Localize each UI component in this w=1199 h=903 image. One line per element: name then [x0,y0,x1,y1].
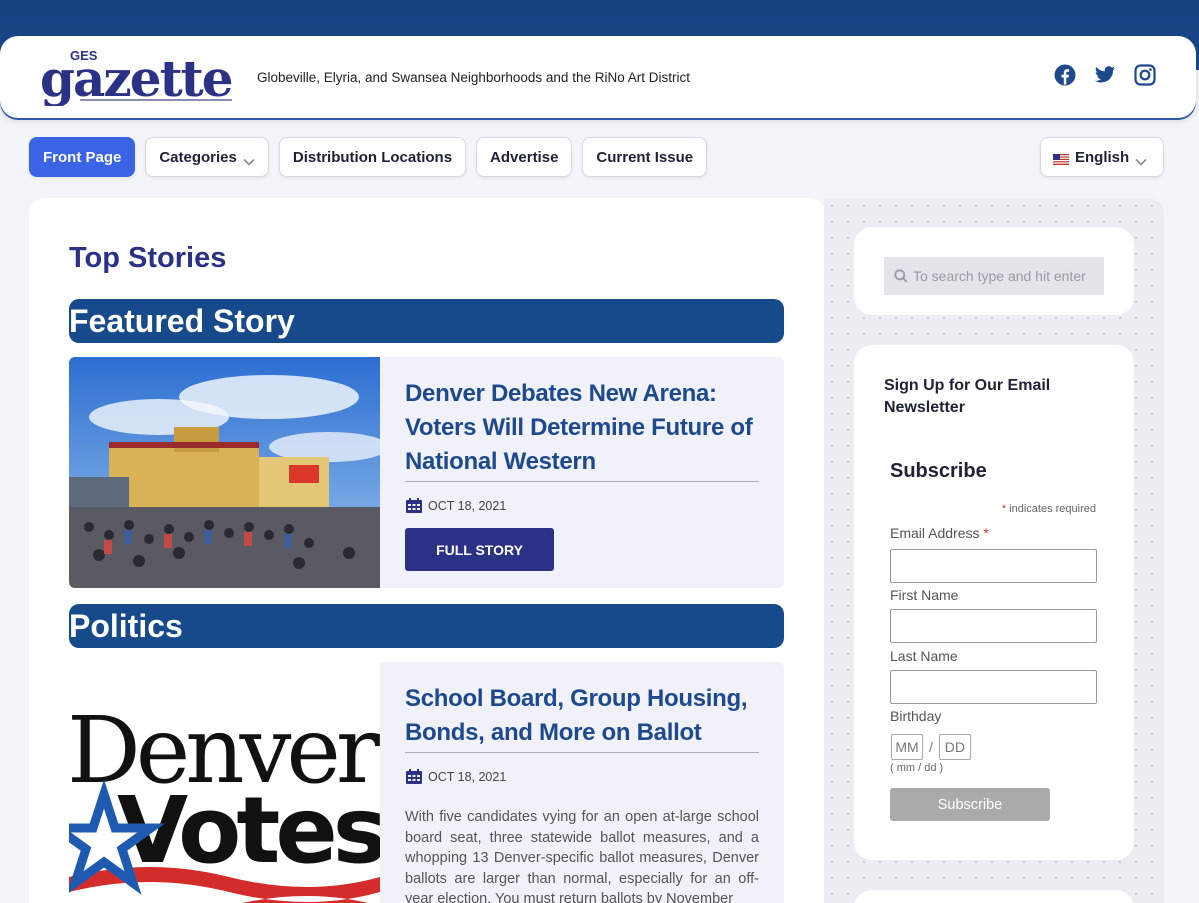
birthday-inputs: MM / DD [891,734,971,760]
featured-story-headline[interactable]: Denver Debates New Arena: Voters Will De… [405,377,759,482]
politics-story-date-text: OCT 18, 2021 [428,770,507,784]
main-nav: Front Page Categories Distribution Locat… [29,137,708,177]
birthday-month-field[interactable]: MM [891,734,923,760]
calendar-icon [406,769,422,784]
language-label: English [1075,148,1130,166]
politics-story-headline[interactable]: School Board, Group Housing, Bonds, and … [405,682,759,753]
featured-story-card: Denver Debates New Arena: Voters Will De… [69,357,784,588]
language-selector[interactable]: English [1040,137,1164,177]
email-label: Email Address * [890,525,989,541]
subscribe-heading: Subscribe [890,460,987,482]
section-header-featured: Featured Story [69,299,784,343]
birthday-label: Birthday [890,708,942,724]
birthday-hint: ( mm / dd ) [890,762,944,774]
newsletter-widget: Sign Up for Our Email Newsletter Subscri… [854,345,1134,860]
twitter-icon[interactable] [1094,64,1116,86]
nav-advertise-label: Advertise [490,148,559,166]
image-text-votes: Votes [117,777,380,884]
main-content: Top Stories Featured Story Denver Debate… [29,198,825,903]
last-name-label: Last Name [890,648,958,664]
site-logo[interactable]: GES gazette [40,46,236,108]
site-tagline: Globeville, Elyria, and Swansea Neighbor… [257,70,690,85]
page-title: Top Stories [69,242,227,274]
nav-current-issue[interactable]: Current Issue [582,137,708,177]
email-field[interactable] [890,549,1097,583]
politics-story-image[interactable]: Denver Votes [69,662,389,903]
logo-main-text: gazette [40,49,232,106]
required-note: * indicates required [1001,503,1096,515]
nav-current-issue-label: Current Issue [596,148,694,166]
featured-story-date: OCT 18, 2021 [405,498,759,514]
chevron-down-icon [1135,153,1147,166]
nav-distribution-locations[interactable]: Distribution Locations [278,137,467,177]
featured-story-image[interactable] [69,357,389,588]
required-note-text: indicates required [1009,503,1096,515]
politics-story-excerpt: With five candidates vying for an open a… [405,809,759,903]
social-links [1054,64,1156,86]
nav-front-page-label: Front Page [43,148,122,166]
featured-story-body: Denver Debates New Arena: Voters Will De… [405,377,759,571]
section-header-politics: Politics [69,604,784,648]
first-name-field[interactable] [890,609,1097,643]
search-widget: To search type and hit enter [854,227,1134,315]
featured-story-date-text: OCT 18, 2021 [428,499,507,513]
search-icon [894,269,908,283]
facebook-icon[interactable] [1054,64,1076,86]
instagram-icon[interactable] [1134,64,1156,86]
us-flag-icon [1053,152,1069,165]
search-input[interactable]: To search type and hit enter [884,257,1104,295]
nav-advertise[interactable]: Advertise [476,137,573,177]
site-header: GES gazette Globeville, Elyria, and Swan… [0,36,1196,118]
birthday-separator: / [929,739,933,755]
email-label-text: Email Address [890,525,980,541]
subscribe-button[interactable]: Subscribe [890,788,1050,821]
last-name-field[interactable] [890,670,1097,704]
politics-story-card: Denver Votes School Board, Group Housing… [69,662,784,903]
nav-categories-label: Categories [159,148,237,166]
nav-categories[interactable]: Categories [145,137,269,177]
first-name-label: First Name [890,587,959,603]
calendar-icon [406,498,422,513]
chevron-down-icon [243,153,255,166]
politics-story-date: OCT 18, 2021 [405,769,759,785]
search-placeholder: To search type and hit enter [913,268,1086,284]
birthday-day-field[interactable]: DD [938,734,971,760]
nav-distribution-label: Distribution Locations [292,148,453,166]
newsletter-title: Sign Up for Our Email Newsletter [884,377,1051,416]
next-widget [854,890,1134,903]
full-story-button[interactable]: FULL STORY [405,528,554,571]
politics-story-body: School Board, Group Housing, Bonds, and … [405,682,759,903]
nav-front-page[interactable]: Front Page [29,137,136,177]
sidebar: To search type and hit enter Sign Up for… [824,198,1164,903]
